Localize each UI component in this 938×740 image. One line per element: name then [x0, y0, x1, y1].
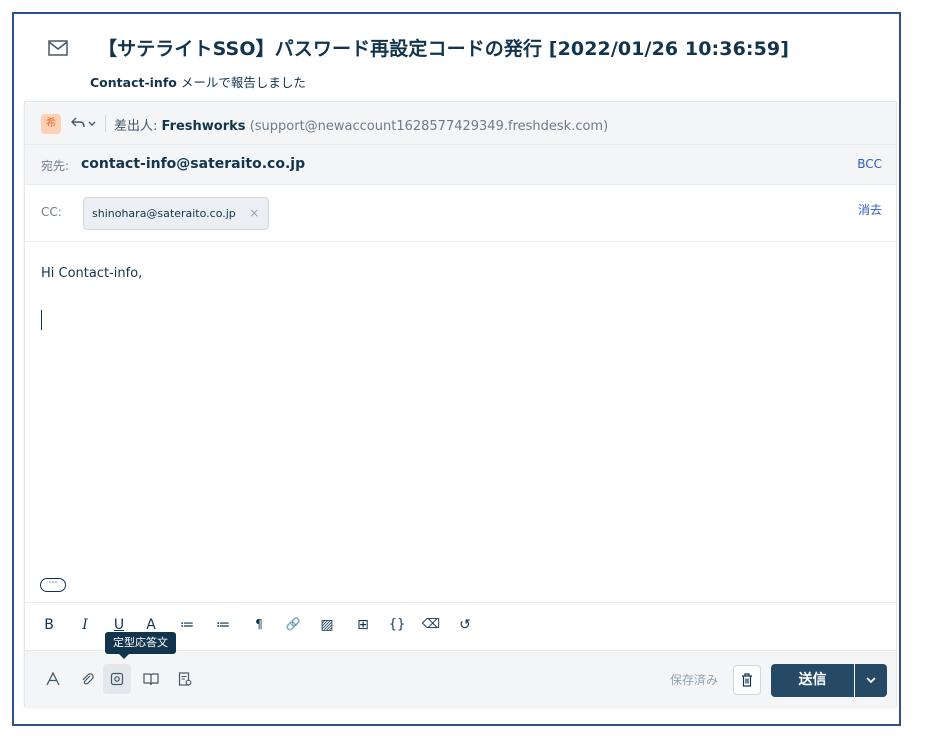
delete-draft-button[interactable]: [733, 665, 761, 695]
bcc-link[interactable]: BCC: [857, 157, 882, 171]
link-icon[interactable]: 🔗: [283, 617, 303, 631]
from-row: 希 差出人: Freshworks (support@newaccount162…: [25, 102, 896, 145]
cc-label: CC:: [41, 205, 62, 219]
ticket-header: 【サテライトSSO】パスワード再設定コードの発行 [2022/01/26 10:…: [14, 14, 899, 106]
bullet-list-icon[interactable]: ≔: [213, 617, 233, 633]
ordered-list-icon[interactable]: ≔: [177, 617, 197, 633]
cc-chip-email: shinohara@sateraito.co.jp: [92, 207, 236, 220]
clear-link[interactable]: 消去: [858, 201, 882, 218]
clear-format-icon[interactable]: ⌫: [421, 617, 441, 632]
avatar: 希: [41, 114, 61, 134]
ticket-title: 【サテライトSSO】パスワード再設定コードの発行 [2022/01/26 10:…: [98, 38, 790, 60]
underline-button[interactable]: U: [109, 617, 129, 633]
subtitle-text: メールで報告しました: [180, 75, 306, 90]
trash-icon: [742, 673, 752, 687]
italic-button[interactable]: I: [75, 617, 95, 633]
knowledge-base-icon[interactable]: [137, 664, 165, 694]
font-size-button[interactable]: A: [141, 617, 161, 633]
text-cursor: [41, 310, 42, 330]
cc-row: CC: shinohara@sateraito.co.jp × 消去: [25, 185, 896, 242]
reply-footer: 保存済み 送信: [25, 650, 896, 707]
greeting-text: Hi Contact-info,: [41, 266, 143, 281]
divider: [105, 115, 106, 132]
from-name: Freshworks: [161, 119, 246, 134]
ticket-subtitle: Contact-info メールで報告しました: [90, 72, 306, 91]
message-body-editor[interactable]: Hi Contact-info, ⋯: [25, 242, 896, 600]
canned-response-tooltip: 定型応答文: [105, 632, 176, 659]
more-options-button[interactable]: ⋯: [40, 578, 66, 592]
reply-type-dropdown[interactable]: [71, 115, 99, 131]
chevron-down-icon: [866, 677, 876, 684]
text-format-icon[interactable]: [39, 664, 67, 694]
attachment-icon[interactable]: [73, 664, 101, 694]
mail-icon: [48, 40, 68, 56]
table-icon[interactable]: ⊞: [353, 617, 373, 633]
template-icon[interactable]: [171, 664, 199, 694]
reply-window: 【サテライトSSO】パスワード再設定コードの発行 [2022/01/26 10:…: [12, 12, 901, 726]
to-field[interactable]: contact-info@sateraito.co.jp: [81, 156, 305, 172]
agent-name[interactable]: Contact-info: [90, 75, 177, 90]
paragraph-icon[interactable]: ¶: [249, 617, 269, 631]
from-field[interactable]: 差出人: Freshworks (support@newaccount16285…: [114, 115, 608, 134]
cc-chip[interactable]: shinohara@sateraito.co.jp ×: [83, 197, 269, 230]
to-row: 宛先: contact-info@sateraito.co.jp BCC: [25, 145, 896, 185]
from-email: (support@newaccount1628577429349.freshde…: [249, 119, 609, 134]
saved-status: 保存済み: [670, 673, 719, 687]
history-icon[interactable]: ↺: [455, 617, 475, 633]
cc-chip-remove-icon[interactable]: ×: [249, 206, 259, 220]
canned-response-icon[interactable]: [103, 664, 131, 694]
from-label: 差出人:: [114, 119, 158, 134]
to-label: 宛先:: [41, 159, 70, 173]
bold-button[interactable]: B: [39, 617, 59, 633]
code-icon[interactable]: {}: [387, 617, 407, 632]
reply-icon: [71, 117, 85, 128]
send-options-dropdown[interactable]: [855, 664, 887, 697]
chevron-down-icon: [88, 121, 96, 126]
image-icon[interactable]: ▨: [317, 617, 337, 633]
send-button[interactable]: 送信: [771, 664, 854, 697]
reply-editor-card: 希 差出人: Freshworks (support@newaccount162…: [24, 101, 897, 707]
